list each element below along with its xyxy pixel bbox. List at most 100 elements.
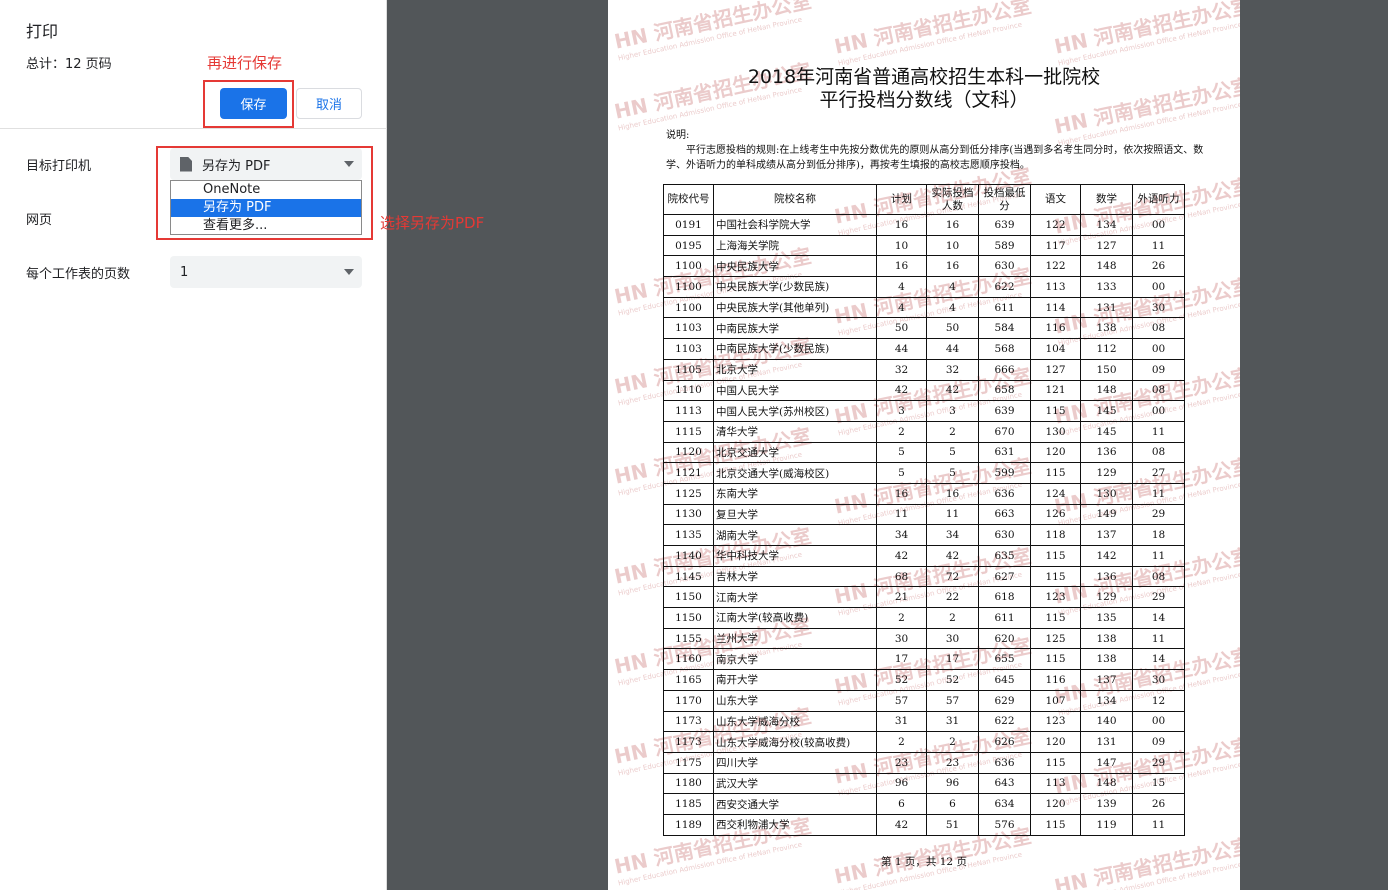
table-cell: 629 xyxy=(978,689,1031,712)
table-cell: 1100 xyxy=(663,276,714,298)
table-cell: 3 xyxy=(876,400,927,422)
table-cell: 18 xyxy=(1132,524,1185,546)
table-cell: 1145 xyxy=(663,565,714,588)
table-cell: 50 xyxy=(926,317,979,340)
table-cell: 22 xyxy=(926,586,979,609)
table-cell: 52 xyxy=(926,669,979,691)
table-cell: 636 xyxy=(978,751,1031,774)
table-cell: 112 xyxy=(1080,338,1133,360)
table-cell: 134 xyxy=(1080,689,1133,712)
table-row: 1115 清华大学 2 2 670 130 145 11 xyxy=(663,420,1185,443)
table-cell: 17 xyxy=(926,648,979,671)
table-cell: 16 xyxy=(926,255,979,278)
table-cell: 133 xyxy=(1080,276,1133,298)
table-cell: 南京大学 xyxy=(713,648,877,671)
table-row: 1121 北京交通大学(威海校区) 5 5 599 115 129 27 xyxy=(663,462,1185,484)
table-header-cell: 投档最低分 xyxy=(978,184,1031,215)
table-cell: 120 xyxy=(1030,441,1081,464)
table-cell: 127 xyxy=(1030,358,1081,381)
table-cell: 14 xyxy=(1132,607,1185,629)
table-cell: 115 xyxy=(1030,607,1081,629)
table-cell: 11 xyxy=(1132,420,1185,443)
table-cell: 611 xyxy=(978,607,1031,629)
table-cell: 134 xyxy=(1080,214,1133,236)
table-cell: 00 xyxy=(1132,400,1185,422)
table-cell: 清华大学 xyxy=(713,420,877,443)
table-cell: 26 xyxy=(1132,255,1185,278)
save-button[interactable]: 保存 xyxy=(220,88,287,119)
note-title: 说明: xyxy=(666,130,690,141)
table-cell: 0195 xyxy=(663,234,714,257)
table-cell: 5 xyxy=(876,462,927,484)
table-cell: 北京大学 xyxy=(713,358,877,381)
annotation-pdf-box xyxy=(156,146,373,240)
table-row: 1130 复旦大学 11 11 663 126 149 29 xyxy=(663,503,1185,526)
table-cell: 山东大学 xyxy=(713,689,877,712)
table-cell: 107 xyxy=(1030,689,1081,712)
table-cell: 115 xyxy=(1030,648,1081,671)
table-cell: 137 xyxy=(1080,524,1133,546)
table-cell: 131 xyxy=(1080,296,1133,319)
table-cell: 中央民族大学(少数民族) xyxy=(713,276,877,298)
table-row: 1173 山东大学威海分校 31 31 622 123 140 00 xyxy=(663,710,1185,733)
table-cell: 4 xyxy=(926,276,979,298)
table-cell: 635 xyxy=(978,545,1031,567)
table-cell: 2 xyxy=(876,731,927,753)
table-cell: 140 xyxy=(1080,710,1133,733)
table-row: 1103 中南民族大学 50 50 584 116 138 08 xyxy=(663,317,1185,340)
table-cell: 16 xyxy=(876,255,927,278)
table-cell: 江南大学 xyxy=(713,586,877,609)
table-cell: 34 xyxy=(926,524,979,546)
table-cell: 11 xyxy=(926,503,979,526)
table-cell: 23 xyxy=(876,751,927,774)
table-cell: 1105 xyxy=(663,358,714,381)
table-cell: 122 xyxy=(1030,255,1081,278)
table-cell: 42 xyxy=(926,379,979,402)
table-cell: 148 xyxy=(1080,772,1133,795)
table-cell: 3 xyxy=(926,400,979,422)
table-cell: 123 xyxy=(1030,586,1081,609)
table-row: 1120 北京交通大学 5 5 631 120 136 08 xyxy=(663,441,1185,464)
table-row: 1150 江南大学 21 22 618 123 129 29 xyxy=(663,586,1185,609)
table-cell: 115 xyxy=(1030,751,1081,774)
table-cell: 1113 xyxy=(663,400,714,422)
table-cell: 114 xyxy=(1030,296,1081,319)
table-cell: 611 xyxy=(978,296,1031,319)
table-cell: 122 xyxy=(1030,214,1081,236)
document-title-line2: 平行投档分数线（文科） xyxy=(819,89,1029,111)
table-cell: 658 xyxy=(978,379,1031,402)
table-cell: 00 xyxy=(1132,276,1185,298)
table-cell: 08 xyxy=(1132,379,1185,402)
table-header-cell: 计划 xyxy=(876,184,927,215)
table-cell: 115 xyxy=(1030,545,1081,567)
cancel-button[interactable]: 取消 xyxy=(296,88,362,119)
table-cell: 2 xyxy=(926,731,979,753)
per-sheet-label: 每个工作表的页数 xyxy=(26,267,131,282)
table-cell: 149 xyxy=(1080,503,1133,526)
table-cell: 西安交通大学 xyxy=(713,793,877,815)
table-cell: 11 xyxy=(1132,545,1185,567)
table-cell: 11 xyxy=(876,503,927,526)
table-cell: 138 xyxy=(1080,627,1133,650)
table-cell: 6 xyxy=(876,793,927,815)
table-cell: 17 xyxy=(876,648,927,671)
table-row: 1155 兰州大学 30 30 620 125 138 11 xyxy=(663,627,1185,650)
note-body: 平行志愿投档的规则:在上线考生中先按分数优先的原则从高分到低分排序(当遇到多名考… xyxy=(666,145,1204,171)
table-cell: 11 xyxy=(1132,482,1185,505)
table-cell: 27 xyxy=(1132,462,1185,484)
table-cell: 118 xyxy=(1030,524,1081,546)
table-cell: 50 xyxy=(876,317,927,340)
table-cell: 115 xyxy=(1030,462,1081,484)
table-cell: 00 xyxy=(1132,338,1185,360)
table-header-cell: 院校名称 xyxy=(713,184,877,215)
table-cell: 31 xyxy=(926,710,979,733)
table-row: 1110 中国人民大学 42 42 658 121 148 08 xyxy=(663,379,1185,402)
table-cell: 5 xyxy=(926,441,979,464)
table-cell: 639 xyxy=(978,214,1031,236)
table-cell: 123 xyxy=(1030,710,1081,733)
table-cell: 1140 xyxy=(663,545,714,567)
per-sheet-select[interactable]: 1 xyxy=(170,256,362,288)
table-cell: 中南民族大学(少数民族) xyxy=(713,338,877,360)
table-cell: 4 xyxy=(876,296,927,319)
table-cell: 14 xyxy=(1132,648,1185,671)
